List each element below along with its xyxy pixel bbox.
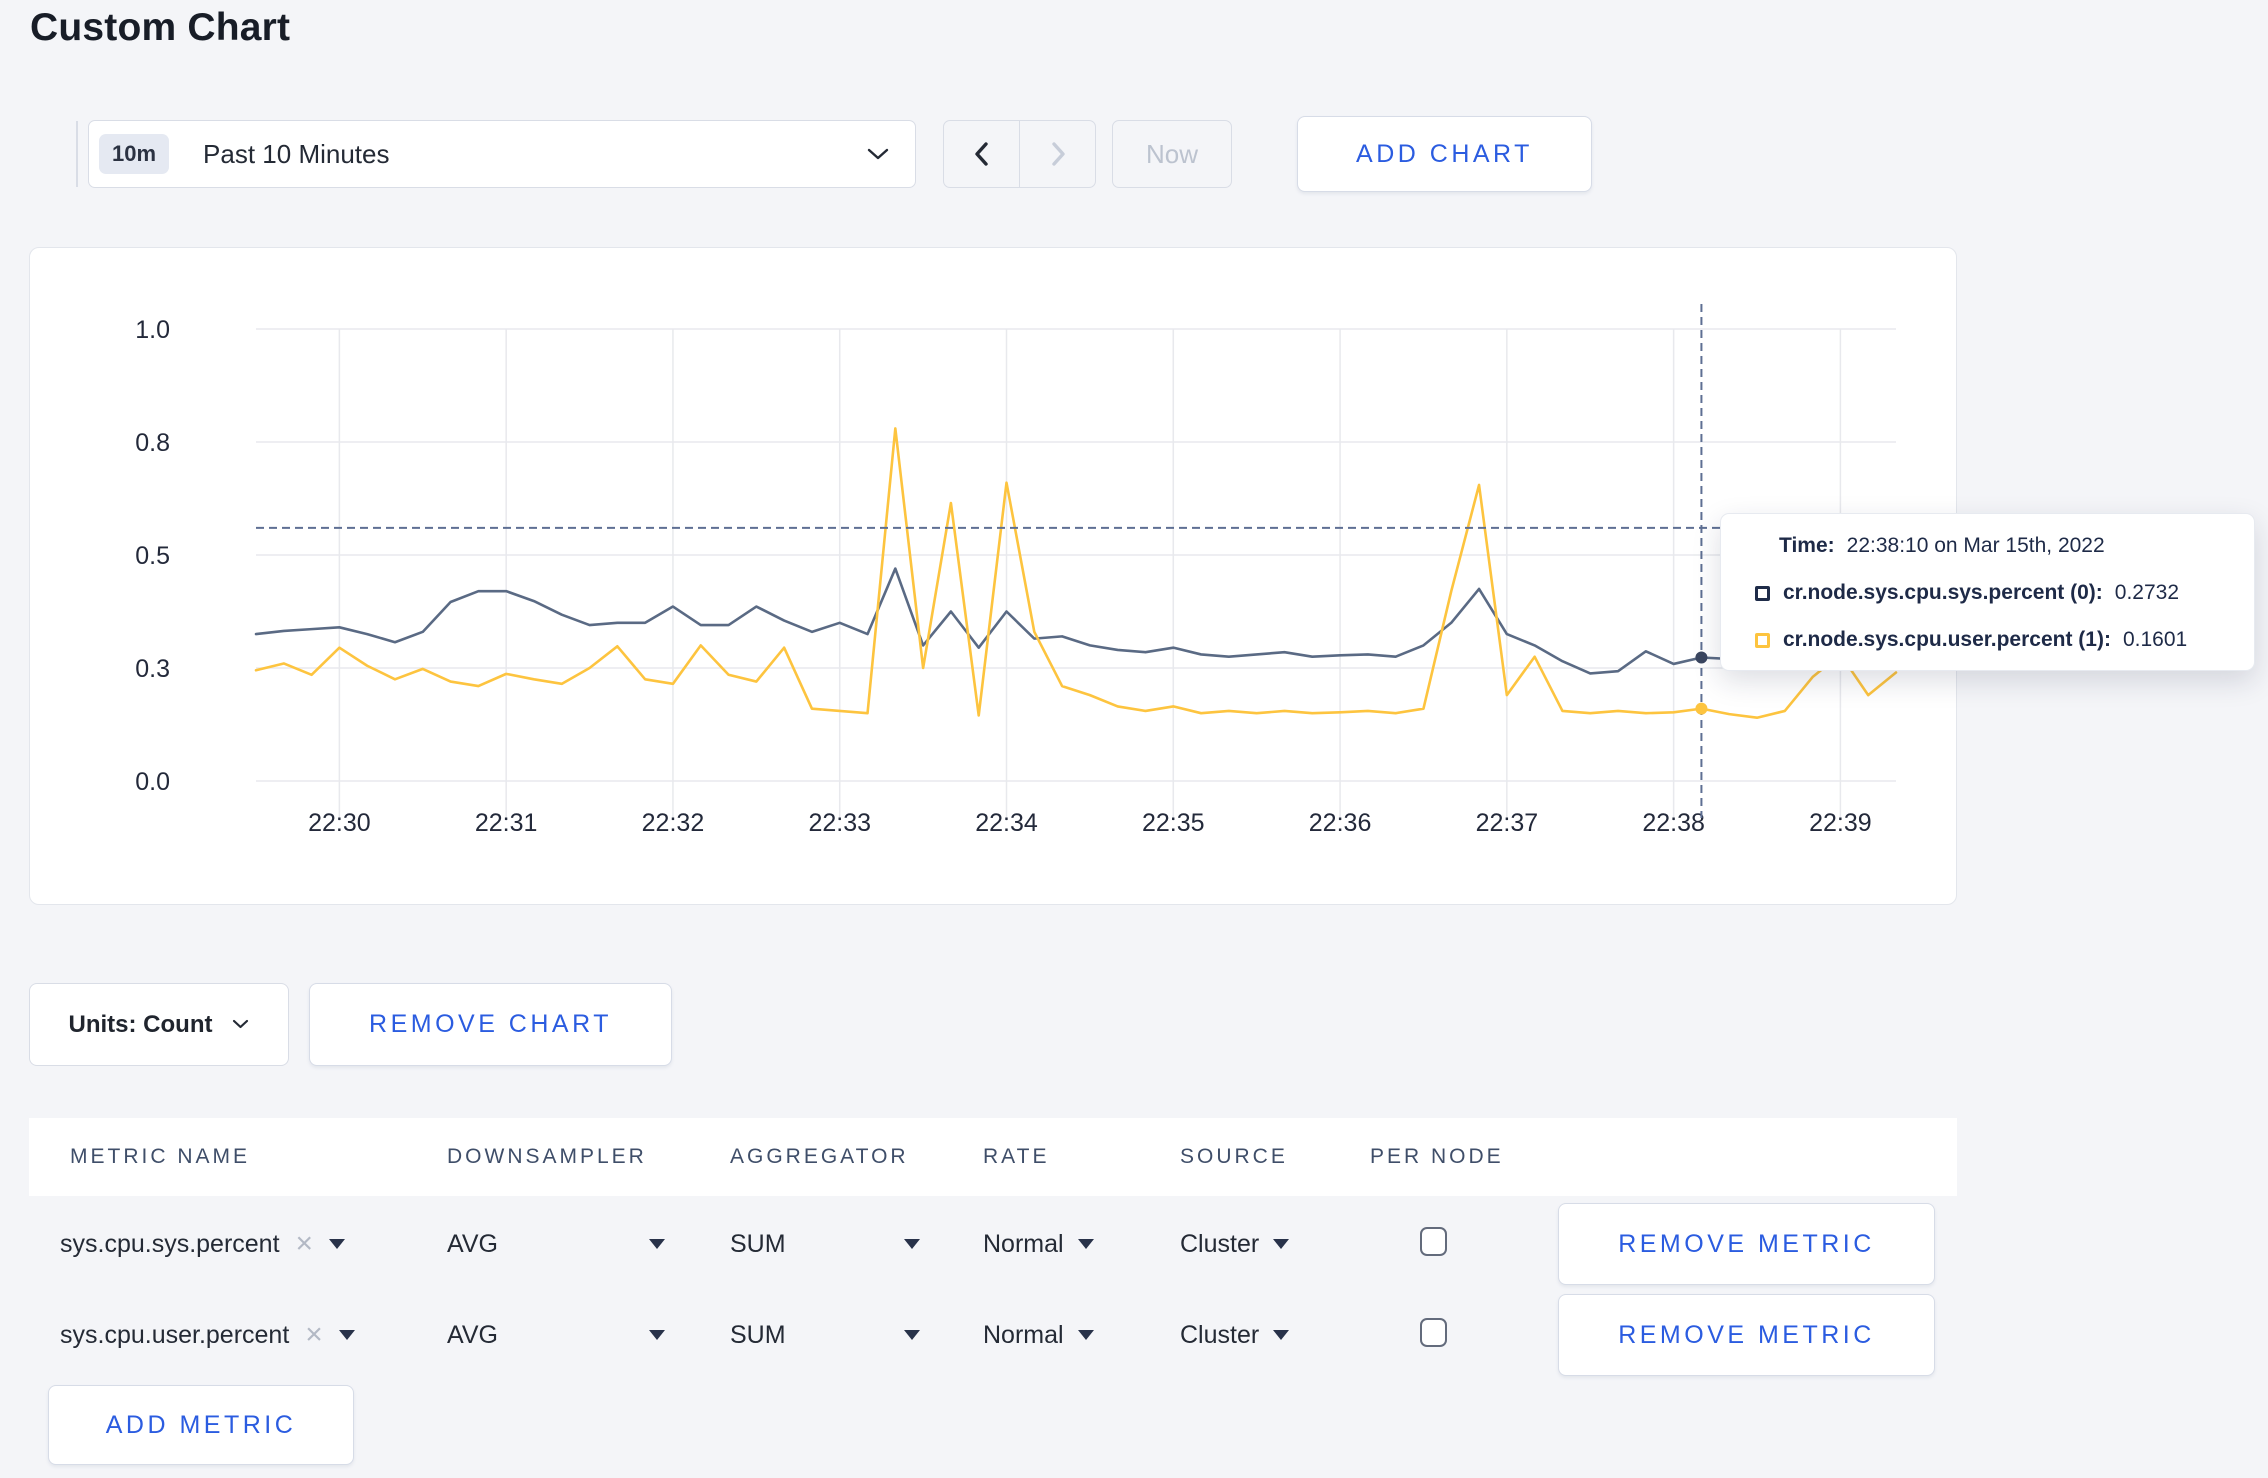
- svg-text:22:37: 22:37: [1476, 809, 1539, 837]
- rate-select[interactable]: Normal: [983, 1294, 1094, 1376]
- chevron-left-icon: [970, 141, 994, 167]
- next-time-button[interactable]: [1020, 121, 1095, 187]
- timeseries-chart-svg[interactable]: 0.0 0.3 0.5 0.8 1.0 22:30 22:31 22:32 22:33 22:34…: [30, 248, 1955, 903]
- chart-card: 0.0 0.3 0.5 0.8 1.0 22:30 22:31 22:32 22:33 22:34…: [29, 247, 1957, 905]
- rate-value: Normal: [983, 1229, 1064, 1258]
- add-chart-button[interactable]: ADD CHART: [1297, 116, 1592, 192]
- source-value: Cluster: [1180, 1229, 1260, 1258]
- column-header-per-node: PER NODE: [1370, 1145, 1504, 1168]
- downsampler-value: AVG: [447, 1320, 498, 1349]
- svg-text:22:39: 22:39: [1809, 809, 1872, 837]
- previous-time-button[interactable]: [944, 121, 1020, 187]
- column-header-aggregator: AGGREGATOR: [730, 1145, 909, 1168]
- svg-text:0.3: 0.3: [135, 655, 170, 683]
- svg-text:0.0: 0.0: [135, 768, 170, 796]
- chevron-right-icon: [1046, 141, 1070, 167]
- svg-text:1.0: 1.0: [135, 316, 170, 344]
- svg-text:22:32: 22:32: [642, 809, 705, 837]
- time-range-nav: [943, 120, 1096, 188]
- toolbar-divider: [76, 121, 78, 187]
- column-header-metric-name: METRIC NAME: [70, 1145, 250, 1168]
- per-node-checkbox[interactable]: [1420, 1227, 1447, 1256]
- remove-metric-label: REMOVE METRIC: [1618, 1229, 1875, 1258]
- tooltip-time-label: Time:: [1779, 534, 1835, 557]
- aggregator-select[interactable]: SUM: [730, 1294, 920, 1376]
- units-label: Units: Count: [68, 1010, 213, 1038]
- dropdown-caret-icon: [1077, 1239, 1094, 1249]
- metric-name-select[interactable]: sys.cpu.user.percent ×: [60, 1294, 355, 1376]
- metric-name-value: sys.cpu.sys.percent: [60, 1229, 280, 1258]
- now-button-label: Now: [1145, 138, 1198, 169]
- column-header-rate: RATE: [983, 1145, 1050, 1168]
- tooltip-series-row: cr.node.sys.cpu.sys.percent (0): 0.2732: [1755, 581, 2226, 605]
- tooltip-series-value: 0.1601: [2122, 628, 2188, 651]
- metric-row: sys.cpu.user.percent × AVG SUM Normal Cl…: [0, 1294, 2268, 1376]
- svg-text:22:35: 22:35: [1142, 809, 1205, 837]
- remove-chart-button[interactable]: REMOVE CHART: [309, 983, 672, 1066]
- time-range-badge: 10m: [99, 134, 170, 174]
- remove-metric-button[interactable]: REMOVE METRIC: [1558, 1203, 1935, 1285]
- dropdown-caret-icon: [1273, 1330, 1290, 1340]
- metric-name-select[interactable]: sys.cpu.sys.percent ×: [60, 1203, 346, 1285]
- metric-row: sys.cpu.sys.percent × AVG SUM Normal Clu…: [0, 1203, 2268, 1285]
- metric-name-value: sys.cpu.user.percent: [60, 1320, 290, 1349]
- aggregator-value: SUM: [730, 1320, 786, 1349]
- chevron-down-icon: [867, 148, 889, 161]
- svg-text:22:30: 22:30: [308, 809, 371, 837]
- rate-value: Normal: [983, 1320, 1064, 1349]
- downsampler-select[interactable]: AVG: [447, 1294, 665, 1376]
- dropdown-caret-icon: [338, 1330, 355, 1340]
- source-value: Cluster: [1180, 1320, 1260, 1349]
- chart-tooltip: Time: 22:38:10 on Mar 15th, 2022 cr.node…: [1720, 513, 2255, 671]
- downsampler-value: AVG: [447, 1229, 498, 1258]
- column-header-downsampler: DOWNSAMPLER: [447, 1145, 647, 1168]
- tooltip-series-row: cr.node.sys.cpu.user.percent (1): 0.1601: [1755, 628, 2226, 652]
- page-title: Custom Chart: [30, 6, 291, 49]
- dropdown-caret-icon: [649, 1330, 665, 1340]
- aggregator-value: SUM: [730, 1229, 786, 1258]
- time-range-label: Past 10 Minutes: [203, 138, 390, 169]
- clear-icon[interactable]: ×: [296, 1229, 314, 1259]
- clear-icon[interactable]: ×: [305, 1320, 323, 1350]
- downsampler-select[interactable]: AVG: [447, 1203, 665, 1285]
- add-metric-label: ADD METRIC: [105, 1410, 297, 1439]
- remove-metric-button[interactable]: REMOVE METRIC: [1558, 1294, 1935, 1376]
- dropdown-caret-icon: [904, 1239, 920, 1249]
- remove-metric-label: REMOVE METRIC: [1618, 1320, 1875, 1349]
- dropdown-caret-icon: [1077, 1330, 1094, 1340]
- tooltip-series-label: cr.node.sys.cpu.user.percent (1):: [1783, 628, 2111, 651]
- svg-text:0.5: 0.5: [135, 542, 170, 570]
- dropdown-caret-icon: [904, 1330, 920, 1340]
- tooltip-series-value: 0.2732: [2114, 581, 2180, 604]
- per-node-checkbox[interactable]: [1420, 1318, 1447, 1347]
- svg-text:22:34: 22:34: [975, 809, 1038, 837]
- source-select[interactable]: Cluster: [1180, 1294, 1290, 1376]
- svg-text:22:33: 22:33: [808, 809, 871, 837]
- now-button[interactable]: Now: [1112, 120, 1232, 188]
- dropdown-caret-icon: [329, 1239, 346, 1249]
- svg-text:22:36: 22:36: [1309, 809, 1372, 837]
- svg-text:22:38: 22:38: [1642, 809, 1705, 837]
- add-metric-button[interactable]: ADD METRIC: [48, 1385, 354, 1465]
- remove-chart-label: REMOVE CHART: [369, 1010, 612, 1038]
- dropdown-caret-icon: [649, 1239, 665, 1249]
- dropdown-caret-icon: [1273, 1239, 1290, 1249]
- add-chart-label: ADD CHART: [1356, 139, 1533, 168]
- units-dropdown[interactable]: Units: Count: [29, 983, 289, 1066]
- column-header-source: SOURCE: [1180, 1145, 1288, 1168]
- time-range-dropdown[interactable]: 10m Past 10 Minutes: [88, 120, 916, 188]
- aggregator-select[interactable]: SUM: [730, 1203, 920, 1285]
- tooltip-series-label: cr.node.sys.cpu.sys.percent (0):: [1783, 581, 2103, 604]
- source-select[interactable]: Cluster: [1180, 1203, 1290, 1285]
- series-swatch-icon: [1755, 632, 1770, 648]
- tooltip-time-value: 22:38:10 on Mar 15th, 2022: [1846, 534, 2105, 557]
- tooltip-time-row: Time: 22:38:10 on Mar 15th, 2022: [1779, 534, 2226, 558]
- chevron-down-icon: [232, 1019, 249, 1030]
- series-swatch-icon: [1755, 585, 1770, 601]
- svg-text:0.8: 0.8: [135, 429, 170, 457]
- metrics-table-header: METRIC NAME DOWNSAMPLER AGGREGATOR RATE …: [29, 1118, 1957, 1196]
- svg-text:22:31: 22:31: [475, 809, 538, 837]
- rate-select[interactable]: Normal: [983, 1203, 1094, 1285]
